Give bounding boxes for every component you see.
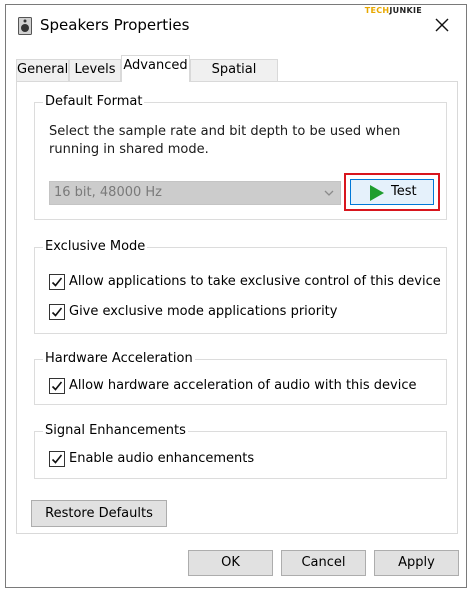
checkmark-icon <box>51 277 63 287</box>
exclusive-control-label: Allow applications to take exclusive con… <box>69 274 441 289</box>
signal-enhancements-heading: Signal Enhancements <box>43 423 188 438</box>
ok-button[interactable]: OK <box>188 550 273 576</box>
exclusive-priority-checkbox[interactable] <box>49 304 65 320</box>
speaker-icon <box>18 17 32 35</box>
tab-general[interactable]: General <box>16 59 69 81</box>
hardware-acceleration-heading: Hardware Acceleration <box>43 351 195 366</box>
test-button-label: Test <box>391 184 417 199</box>
tab-advanced[interactable]: Advanced <box>121 55 190 82</box>
default-format-description: Select the sample rate and bit depth to … <box>49 124 401 157</box>
signal-enhancements-group: Signal Enhancements Enable audio enhance… <box>34 423 447 479</box>
test-button-highlight: Test <box>344 173 440 211</box>
hardware-acceleration-group: Hardware Acceleration Allow hardware acc… <box>34 351 447 405</box>
format-select-value: 16 bit, 48000 Hz <box>54 185 162 200</box>
play-icon <box>370 185 384 201</box>
watermark-logo: TECHJUNKIE <box>364 6 422 15</box>
default-format-group: Default Format Select the sample rate an… <box>34 94 447 220</box>
audio-enhancements-label: Enable audio enhancements <box>69 451 255 466</box>
exclusive-control-checkbox[interactable] <box>49 274 65 290</box>
advanced-panel: Default Format Select the sample rate an… <box>16 81 458 534</box>
hardware-acceleration-checkbox[interactable] <box>49 378 65 394</box>
test-button[interactable]: Test <box>350 179 434 205</box>
checkmark-icon <box>51 307 63 317</box>
checkmark-icon <box>51 454 63 464</box>
audio-enhancements-checkbox[interactable] <box>49 451 65 467</box>
hardware-acceleration-label: Allow hardware acceleration of audio wit… <box>69 378 417 393</box>
exclusive-mode-heading: Exclusive Mode <box>43 239 148 254</box>
default-format-heading: Default Format <box>43 94 145 109</box>
restore-defaults-button[interactable]: Restore Defaults <box>31 500 167 527</box>
checkmark-icon <box>51 381 63 391</box>
exclusive-mode-group: Exclusive Mode Allow applications to tak… <box>34 239 447 334</box>
cancel-button[interactable]: Cancel <box>281 550 366 576</box>
window-title: Speakers Properties <box>40 16 190 34</box>
exclusive-priority-label: Give exclusive mode applications priorit… <box>69 304 338 319</box>
speakers-properties-dialog: Speakers Properties TECHJUNKIE General L… <box>5 4 467 588</box>
apply-button[interactable]: Apply <box>374 550 459 576</box>
tab-spatial-sound[interactable]: Spatial sound <box>190 59 278 97</box>
title-bar: Speakers Properties TECHJUNKIE <box>6 5 466 47</box>
close-icon[interactable] <box>432 15 452 35</box>
chevron-down-icon <box>324 190 334 196</box>
format-select[interactable]: 16 bit, 48000 Hz <box>49 181 341 205</box>
tab-levels[interactable]: Levels <box>69 59 121 81</box>
